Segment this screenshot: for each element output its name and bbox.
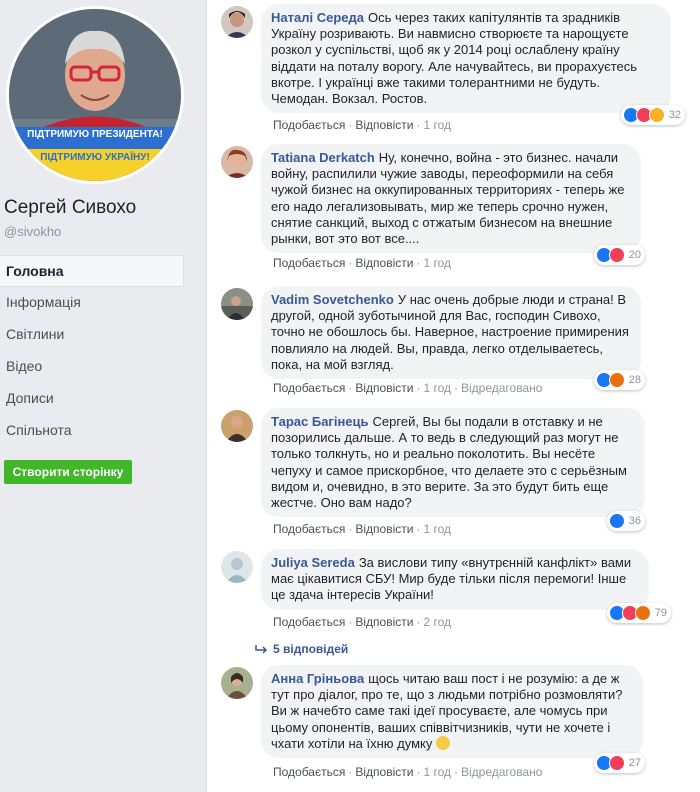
reaction-summary[interactable]: 28 <box>593 370 645 390</box>
reaction-count: 28 <box>628 374 641 386</box>
reaction-summary[interactable]: 27 <box>593 753 645 773</box>
comment-time[interactable]: 1 год <box>423 765 451 779</box>
comment-actions: Подобається · Відповісти · 1 год <box>273 256 451 270</box>
page-nav: Головна Інформація Світлини Відео Дописи… <box>0 255 184 447</box>
comment-bubble: Анна Гріньова щось читаю ваш пост і не ро… <box>261 665 643 759</box>
angry-reaction-icon <box>634 605 651 621</box>
nav-item-photos[interactable]: Світлини <box>0 319 184 351</box>
thinking-emoji-icon <box>436 735 451 750</box>
reaction-summary[interactable]: 20 <box>593 245 645 265</box>
banner-line-2: ПІДТРИМУЮ УКРАЇНУ! <box>40 152 150 163</box>
haha-reaction-icon <box>648 107 665 123</box>
comment-actions: Подобається · Відповісти · 1 год · Відредагова… <box>273 765 543 779</box>
reply-link[interactable]: Відповісти <box>355 256 413 270</box>
comment-author[interactable]: Tatiana Derkatch <box>271 150 375 165</box>
avatar[interactable] <box>221 6 253 38</box>
nav-item-home[interactable]: Головна <box>0 255 184 287</box>
like-link[interactable]: Подобається <box>273 765 345 779</box>
edited-label[interactable]: Відредаговано <box>461 381 542 395</box>
angry-reaction-icon <box>608 372 625 388</box>
avatar[interactable] <box>221 410 253 442</box>
avatar[interactable] <box>221 667 253 699</box>
reply-link[interactable]: Відповісти <box>355 765 413 779</box>
nav-item-videos[interactable]: Відео <box>0 351 184 383</box>
reply-link[interactable]: Відповісти <box>355 615 413 629</box>
reaction-count: 36 <box>628 515 641 527</box>
comment-time[interactable]: 1 год <box>423 522 451 536</box>
profile-name[interactable]: Сергей Сивохо <box>4 197 136 219</box>
create-page-button[interactable]: Створити сторінку <box>4 460 132 484</box>
like-link[interactable]: Подобається <box>273 256 345 270</box>
avatar[interactable] <box>221 146 253 178</box>
like-reaction-icon <box>608 513 625 529</box>
comment-time[interactable]: 1 год <box>423 381 451 395</box>
facebook-page: ПІДТРИМУЮ ПРЕЗИДЕНТА! ПІДТРИМУЮ УКРАЇНУ!… <box>0 0 700 792</box>
like-link[interactable]: Подобається <box>273 615 345 629</box>
banner-line-1: ПІДТРИМУЮ ПРЕЗИДЕНТА! <box>27 129 163 140</box>
love-reaction-icon <box>608 247 625 263</box>
comment-author[interactable]: Тарас Багінець <box>271 414 369 429</box>
comment-actions: Подобається · Відповісти · 1 год · Відредагова… <box>273 381 543 395</box>
left-sidebar: ПІДТРИМУЮ ПРЕЗИДЕНТА! ПІДТРИМУЮ УКРАЇНУ!… <box>0 0 194 792</box>
reaction-summary[interactable]: 36 <box>606 511 645 531</box>
nav-item-posts[interactable]: Дописи <box>0 383 184 415</box>
comment-author[interactable]: Наталі Середа <box>271 10 364 25</box>
reaction-count: 79 <box>654 607 667 619</box>
profile-picture[interactable]: ПІДТРИМУЮ ПРЕЗИДЕНТА! ПІДТРИМУЮ УКРАЇНУ! <box>6 6 184 184</box>
like-link[interactable]: Подобається <box>273 381 345 395</box>
comment-author[interactable]: Анна Гріньова <box>271 671 364 686</box>
reply-link[interactable]: Відповісти <box>355 522 413 536</box>
reaction-count: 27 <box>628 757 641 769</box>
comment-bubble: Tatiana Derkatch Ну, конечно, война - это… <box>261 144 641 254</box>
like-link[interactable]: Подобається <box>273 118 345 132</box>
reaction-summary[interactable]: 32 <box>620 105 685 125</box>
profile-handle: @sivokho <box>4 224 62 239</box>
reply-arrow-icon <box>255 645 268 654</box>
comment-bubble: Vadim Sovetchenko У нас очень добрые люди… <box>261 286 641 380</box>
comment-time[interactable]: 2 год <box>423 615 451 629</box>
comment-actions: Подобається · Відповісти · 1 год <box>273 522 451 536</box>
like-link[interactable]: Подобається <box>273 522 345 536</box>
avatar[interactable] <box>221 551 253 583</box>
comment-author[interactable]: Juliya Sereda <box>271 555 355 570</box>
nav-item-community[interactable]: Спільнота <box>0 415 184 447</box>
comment-time[interactable]: 1 год <box>423 118 451 132</box>
reply-link[interactable]: Відповісти <box>355 381 413 395</box>
nav-item-info[interactable]: Інформація <box>0 287 184 319</box>
reaction-summary[interactable]: 79 <box>606 603 671 623</box>
reaction-count: 20 <box>628 249 641 261</box>
edited-label[interactable]: Відредаговано <box>461 765 542 779</box>
reply-link[interactable]: Відповісти <box>355 118 413 132</box>
comment-bubble: Juliya Sereda За вислови типу «внутрєнній… <box>261 549 649 610</box>
reaction-count: 32 <box>668 109 681 121</box>
comment-author[interactable]: Vadim Sovetchenko <box>271 292 394 307</box>
comment-bubble: Наталі Середа Ось через таких капітулянті… <box>261 4 671 114</box>
comment-actions: Подобається · Відповісти · 2 год <box>273 615 451 629</box>
view-replies-link[interactable]: 5 відповідей <box>273 642 348 656</box>
comments-panel: Наталі Середа Ось через таких капітулянті… <box>206 0 700 792</box>
comment-time[interactable]: 1 год <box>423 256 451 270</box>
comment-bubble: Тарас Багінець Сергей, Вы бы подали в отс… <box>261 408 645 518</box>
avatar[interactable] <box>221 288 253 320</box>
love-reaction-icon <box>608 755 625 771</box>
comment-actions: Подобається · Відповісти · 1 год <box>273 118 451 132</box>
